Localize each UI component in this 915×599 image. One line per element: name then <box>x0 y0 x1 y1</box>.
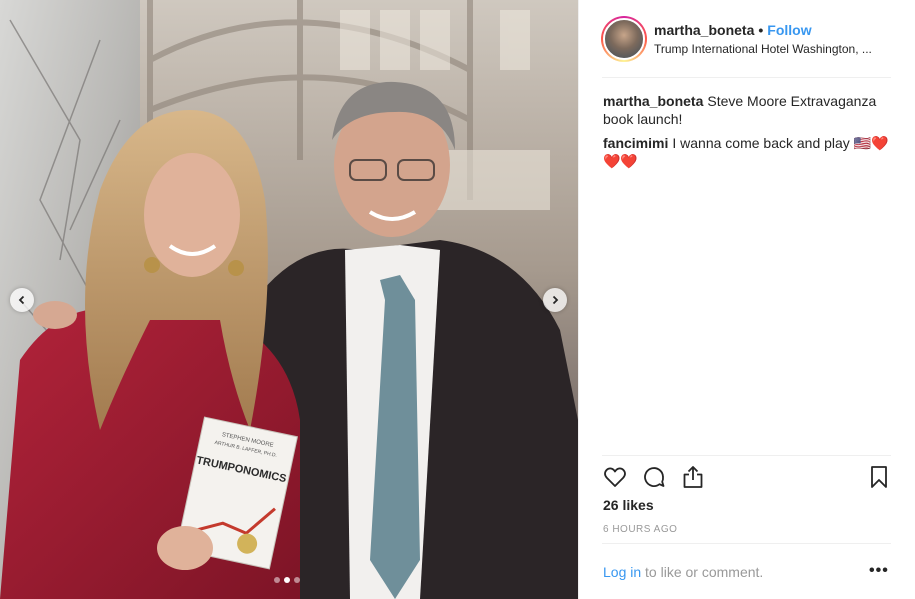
comments-list: martha_boneta Steve Moore Extravaganza bo… <box>603 92 893 176</box>
likes-count[interactable]: 26 likes <box>603 497 654 513</box>
carousel-indicator <box>274 577 300 583</box>
chevron-left-icon <box>18 295 25 305</box>
login-link[interactable]: Log in <box>603 564 641 580</box>
login-prompt: Log in to like or comment. <box>603 564 763 580</box>
carousel-dot <box>294 577 300 583</box>
share-icon <box>683 466 703 488</box>
like-button[interactable] <box>601 463 629 491</box>
photo-illustration: STEPHEN MOORE ARTHUR B. LAFFER, PH.D. TR… <box>0 0 578 599</box>
action-bar <box>601 463 893 493</box>
avatar[interactable] <box>603 18 645 60</box>
carousel-dot <box>274 577 280 583</box>
heart-icon <box>604 467 626 487</box>
post-timestamp[interactable]: 6 HOURS AGO <box>603 524 677 535</box>
post-header: martha_boneta • Follow Trump International… <box>579 0 915 78</box>
comment-username[interactable]: fancimimi <box>603 135 668 151</box>
previous-slide-button[interactable] <box>10 288 34 312</box>
caption-comment: martha_boneta Steve Moore Extravaganza bo… <box>603 92 893 128</box>
follow-button[interactable]: Follow <box>767 22 811 38</box>
header-divider <box>602 77 891 78</box>
header-user-line: martha_boneta • Follow <box>654 22 812 38</box>
comment-item: fancimimi I wanna come back and play 🇺🇸❤️… <box>603 134 893 170</box>
chevron-right-icon <box>552 295 559 305</box>
instagram-post: STEPHEN MOORE ARTHUR B. LAFFER, PH.D. TR… <box>0 0 915 599</box>
post-photo[interactable]: STEPHEN MOORE ARTHUR B. LAFFER, PH.D. TR… <box>0 0 578 599</box>
bookmark-icon <box>871 466 887 488</box>
login-prompt-text: to like or comment. <box>641 564 764 580</box>
header-username[interactable]: martha_boneta <box>654 22 754 38</box>
more-options-button[interactable]: ••• <box>869 562 889 582</box>
location-link[interactable]: Trump International Hotel Washington, ..… <box>654 42 889 56</box>
save-button[interactable] <box>865 463 893 491</box>
separator-dot: • <box>758 22 764 38</box>
actions-divider <box>602 455 891 456</box>
footer-divider <box>602 543 891 544</box>
story-ring[interactable] <box>601 16 647 62</box>
post-sidebar: martha_boneta • Follow Trump International… <box>578 0 915 599</box>
next-slide-button[interactable] <box>543 288 567 312</box>
carousel-dot-active <box>284 577 290 583</box>
comment-bubble-icon <box>644 467 665 487</box>
comment-button[interactable] <box>640 463 668 491</box>
share-button[interactable] <box>679 463 707 491</box>
comment-username[interactable]: martha_boneta <box>603 93 703 109</box>
